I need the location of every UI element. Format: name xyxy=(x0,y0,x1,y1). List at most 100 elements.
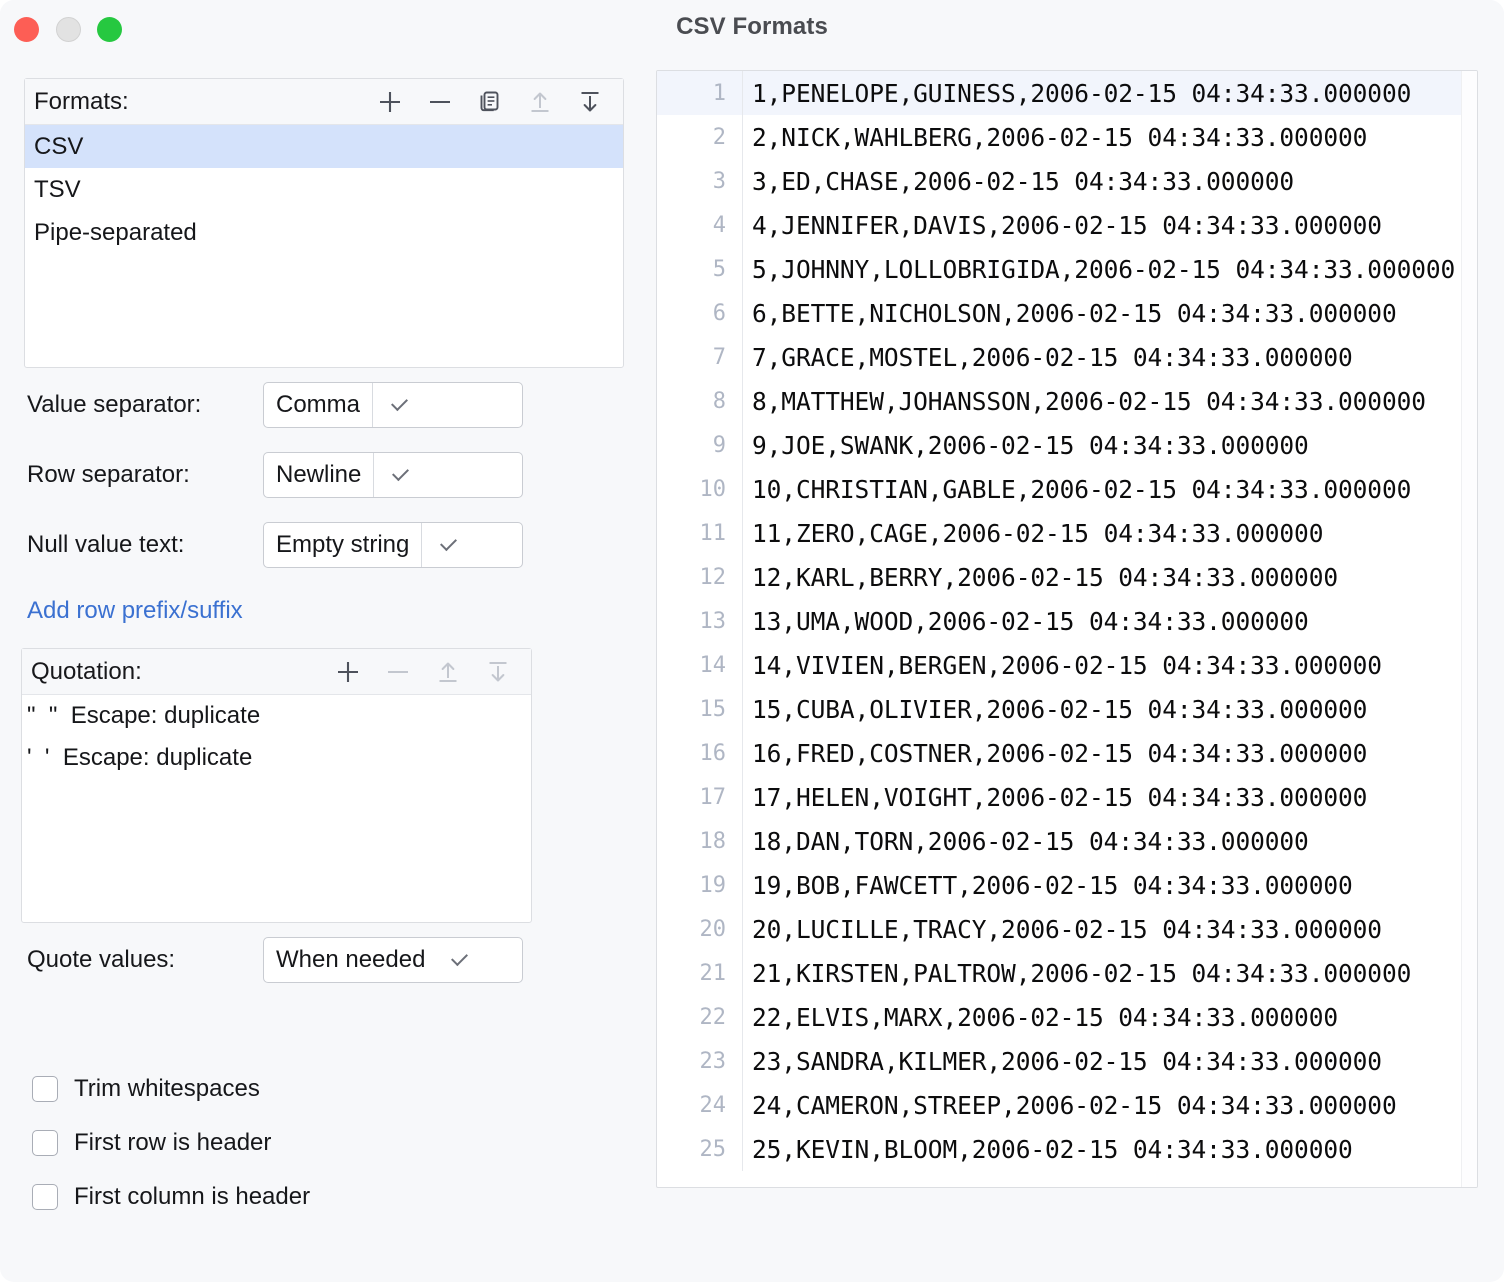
line-text: 3,ED,CHASE,2006-02-15 04:34:33.000000 xyxy=(743,167,1294,196)
preview-line[interactable]: 1515,CUBA,OLIVIER,2006-02-15 04:34:33.00… xyxy=(657,687,1477,731)
preview-line[interactable]: 2020,LUCILLE,TRACY,2006-02-15 04:34:33.0… xyxy=(657,907,1477,951)
preview-vertical-scrollbar[interactable] xyxy=(1461,71,1477,1187)
checkbox-label: First row is header xyxy=(74,1129,271,1157)
chevron-down-icon[interactable] xyxy=(373,453,426,497)
preview-line[interactable]: 2323,SANDRA,KILMER,2006-02-15 04:34:33.0… xyxy=(657,1039,1477,1083)
preview-line[interactable]: 1010,CHRISTIAN,GABLE,2006-02-15 04:34:33… xyxy=(657,467,1477,511)
preview-lines: 11,PENELOPE,GUINESS,2006-02-15 04:34:33.… xyxy=(657,71,1477,1171)
remove-format-button[interactable] xyxy=(415,81,465,123)
line-text: 9,JOE,SWANK,2006-02-15 04:34:33.000000 xyxy=(743,431,1309,460)
remove-quotation-button[interactable] xyxy=(373,651,423,693)
arrow-down-bar-icon xyxy=(575,87,605,117)
preview-line[interactable]: 33,ED,CHASE,2006-02-15 04:34:33.000000 xyxy=(657,159,1477,203)
csv-preview-pane[interactable]: 11,PENELOPE,GUINESS,2006-02-15 04:34:33.… xyxy=(656,70,1478,1188)
line-number: 6 xyxy=(657,291,743,335)
line-text: 7,GRACE,MOSTEL,2006-02-15 04:34:33.00000… xyxy=(743,343,1353,372)
first-row-is-header-checkbox[interactable]: First row is header xyxy=(32,1129,271,1157)
line-text: 16,FRED,COSTNER,2006-02-15 04:34:33.0000… xyxy=(743,739,1367,768)
preview-line[interactable]: 11,PENELOPE,GUINESS,2006-02-15 04:34:33.… xyxy=(657,71,1477,115)
value-separator-combobox[interactable]: Comma xyxy=(263,382,523,428)
row-separator-combobox[interactable]: Newline xyxy=(263,452,523,498)
line-number: 25 xyxy=(657,1127,743,1171)
format-item-csv[interactable]: CSV xyxy=(25,125,623,168)
preview-line[interactable]: 77,GRACE,MOSTEL,2006-02-15 04:34:33.0000… xyxy=(657,335,1477,379)
preview-line[interactable]: 1313,UMA,WOOD,2006-02-15 04:34:33.000000 xyxy=(657,599,1477,643)
preview-line[interactable]: 2121,KIRSTEN,PALTROW,2006-02-15 04:34:33… xyxy=(657,951,1477,995)
add-quotation-button[interactable] xyxy=(323,651,373,693)
minus-icon xyxy=(383,657,413,687)
preview-line[interactable]: 1212,KARL,BERRY,2006-02-15 04:34:33.0000… xyxy=(657,555,1477,599)
preview-line[interactable]: 1818,DAN,TORN,2006-02-15 04:34:33.000000 xyxy=(657,819,1477,863)
add-format-button[interactable] xyxy=(365,81,415,123)
settings-column: Formats: xyxy=(0,60,655,1190)
chevron-down-icon[interactable] xyxy=(437,938,481,982)
line-number: 8 xyxy=(657,379,743,423)
quote-values-combobox[interactable]: When needed xyxy=(263,937,523,983)
preview-line[interactable]: 1616,FRED,COSTNER,2006-02-15 04:34:33.00… xyxy=(657,731,1477,775)
formats-list: CSV TSV Pipe-separated xyxy=(25,125,623,254)
preview-line[interactable]: 1717,HELEN,VOIGHT,2006-02-15 04:34:33.00… xyxy=(657,775,1477,819)
preview-line[interactable]: 1111,ZERO,CAGE,2006-02-15 04:34:33.00000… xyxy=(657,511,1477,555)
line-number: 5 xyxy=(657,247,743,291)
null-value-text-combobox[interactable]: Empty string xyxy=(263,522,523,568)
checkbox-box[interactable] xyxy=(32,1130,58,1156)
line-text: 23,SANDRA,KILMER,2006-02-15 04:34:33.000… xyxy=(743,1047,1382,1076)
line-number: 3 xyxy=(657,159,743,203)
line-text: 11,ZERO,CAGE,2006-02-15 04:34:33.000000 xyxy=(743,519,1323,548)
plus-icon xyxy=(333,657,363,687)
chevron-down-icon[interactable] xyxy=(372,383,425,427)
quote-values-label: Quote values: xyxy=(27,946,175,974)
quotation-panel-header: Quotation: xyxy=(22,649,531,695)
row-separator-label: Row separator: xyxy=(27,461,190,489)
preview-line[interactable]: 99,JOE,SWANK,2006-02-15 04:34:33.000000 xyxy=(657,423,1477,467)
value-separator-label: Value separator: xyxy=(27,391,201,419)
quotation-toolbar xyxy=(323,649,523,695)
quotation-item[interactable]: " " Escape: duplicate xyxy=(22,695,531,737)
preview-line[interactable]: 55,JOHNNY,LOLLOBRIGIDA,2006-02-15 04:34:… xyxy=(657,247,1477,291)
preview-line[interactable]: 1919,BOB,FAWCETT,2006-02-15 04:34:33.000… xyxy=(657,863,1477,907)
preview-line[interactable]: 2525,KEVIN,BLOOM,2006-02-15 04:34:33.000… xyxy=(657,1127,1477,1171)
import-format-button[interactable] xyxy=(515,81,565,123)
chevron-down-icon[interactable] xyxy=(421,523,474,567)
move-down-quotation-button[interactable] xyxy=(473,651,523,693)
line-number: 23 xyxy=(657,1039,743,1083)
preview-line[interactable]: 1414,VIVIEN,BERGEN,2006-02-15 04:34:33.0… xyxy=(657,643,1477,687)
line-text: 25,KEVIN,BLOOM,2006-02-15 04:34:33.00000… xyxy=(743,1135,1353,1164)
line-number: 9 xyxy=(657,423,743,467)
format-item-pipe-separated[interactable]: Pipe-separated xyxy=(25,211,623,254)
plus-icon xyxy=(375,87,405,117)
quote-values-value: When needed xyxy=(264,938,437,982)
move-up-quotation-button[interactable] xyxy=(423,651,473,693)
line-number: 16 xyxy=(657,731,743,775)
quotation-label: Quotation: xyxy=(22,658,142,686)
preview-line[interactable]: 22,NICK,WAHLBERG,2006-02-15 04:34:33.000… xyxy=(657,115,1477,159)
line-text: 18,DAN,TORN,2006-02-15 04:34:33.000000 xyxy=(743,827,1309,856)
add-row-prefix-suffix-link[interactable]: Add row prefix/suffix xyxy=(27,597,243,625)
checkbox-box[interactable] xyxy=(32,1076,58,1102)
format-item-tsv[interactable]: TSV xyxy=(25,168,623,211)
arrow-down-bar-icon xyxy=(483,657,513,687)
quotation-item[interactable]: ' ' Escape: duplicate xyxy=(22,737,531,779)
trim-whitespaces-checkbox[interactable]: Trim whitespaces xyxy=(32,1075,260,1103)
line-text: 14,VIVIEN,BERGEN,2006-02-15 04:34:33.000… xyxy=(743,651,1382,680)
line-number: 2 xyxy=(657,115,743,159)
preview-line[interactable]: 66,BETTE,NICHOLSON,2006-02-15 04:34:33.0… xyxy=(657,291,1477,335)
format-item-label: Pipe-separated xyxy=(34,219,197,247)
format-item-label: CSV xyxy=(34,133,83,161)
export-format-button[interactable] xyxy=(565,81,615,123)
csv-formats-dialog: CSV Formats Formats: xyxy=(0,0,1504,1282)
line-text: 24,CAMERON,STREEP,2006-02-15 04:34:33.00… xyxy=(743,1091,1397,1120)
preview-line[interactable]: 2424,CAMERON,STREEP,2006-02-15 04:34:33.… xyxy=(657,1083,1477,1127)
preview-line[interactable]: 44,JENNIFER,DAVIS,2006-02-15 04:34:33.00… xyxy=(657,203,1477,247)
line-text: 6,BETTE,NICHOLSON,2006-02-15 04:34:33.00… xyxy=(743,299,1397,328)
line-number: 11 xyxy=(657,511,743,555)
line-number: 14 xyxy=(657,643,743,687)
line-text: 19,BOB,FAWCETT,2006-02-15 04:34:33.00000… xyxy=(743,871,1353,900)
preview-line[interactable]: 2222,ELVIS,MARX,2006-02-15 04:34:33.0000… xyxy=(657,995,1477,1039)
duplicate-format-button[interactable] xyxy=(465,81,515,123)
preview-line[interactable]: 88,MATTHEW,JOHANSSON,2006-02-15 04:34:33… xyxy=(657,379,1477,423)
dialog-title: CSV Formats xyxy=(0,13,1504,41)
line-text: 17,HELEN,VOIGHT,2006-02-15 04:34:33.0000… xyxy=(743,783,1367,812)
line-number: 4 xyxy=(657,203,743,247)
title-bar: CSV Formats xyxy=(0,0,1504,60)
